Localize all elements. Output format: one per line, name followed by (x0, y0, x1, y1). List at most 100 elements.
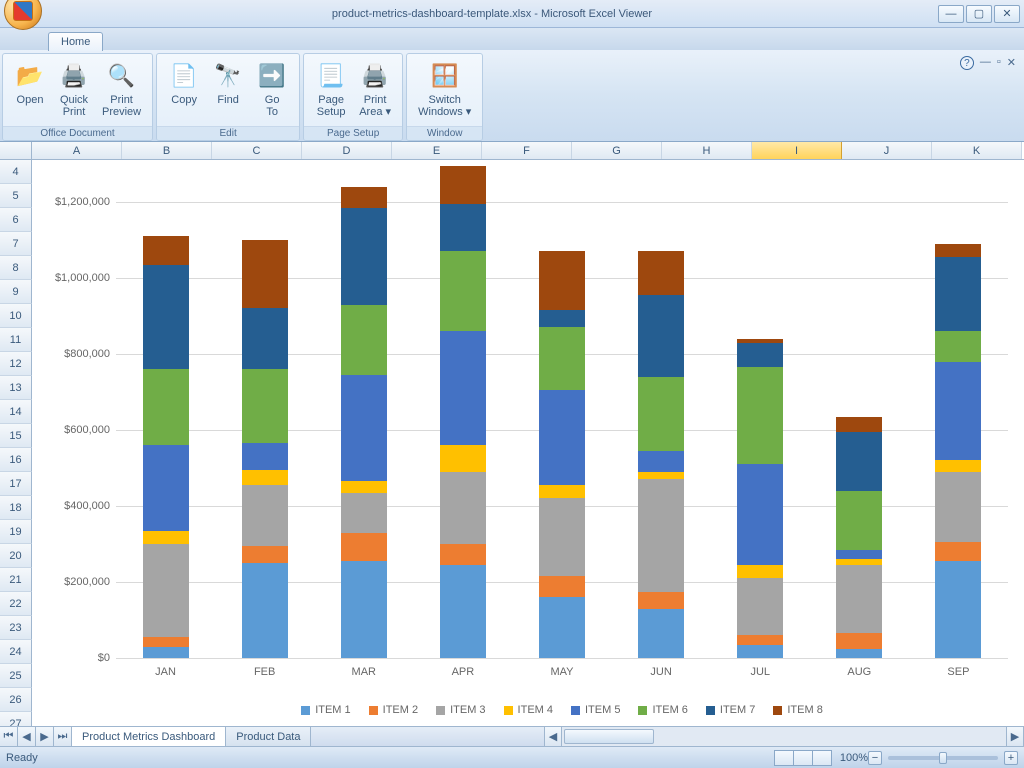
y-axis-label: $600,000 (40, 424, 110, 436)
segment-ITEM-7 (143, 265, 189, 370)
magnifier-page-icon: 🔍 (106, 60, 138, 92)
view-page-break-button[interactable] (812, 750, 832, 766)
horizontal-scrollbar[interactable]: ◀ ▶ (544, 727, 1024, 746)
bar-FEB: FEB (242, 164, 288, 658)
row-header-27[interactable]: 27 (0, 712, 32, 726)
row-header-5[interactable]: 5 (0, 184, 32, 208)
quick-print-button[interactable]: 🖨️Quick Print (53, 57, 95, 123)
sheet-nav-next[interactable]: ▶ (36, 727, 54, 746)
print-area-button[interactable]: 🖨️Print Area ▾ (354, 57, 396, 123)
column-header-E[interactable]: E (392, 142, 482, 159)
sheet-tab-bar: ⏮ ◀ ▶ ⏭ Product Metrics Dashboard Produc… (0, 726, 1024, 746)
printer-icon: 🖨️ (58, 60, 90, 92)
row-header-15[interactable]: 15 (0, 424, 32, 448)
row-header-25[interactable]: 25 (0, 664, 32, 688)
column-header-F[interactable]: F (482, 142, 572, 159)
segment-ITEM-8 (935, 244, 981, 257)
legend-swatch-icon (436, 706, 445, 715)
segment-ITEM-8 (440, 166, 486, 204)
column-header-D[interactable]: D (302, 142, 392, 159)
segment-ITEM-8 (143, 236, 189, 265)
row-header-24[interactable]: 24 (0, 640, 32, 664)
column-header-K[interactable]: K (932, 142, 1022, 159)
switch-windows-button[interactable]: 🪟Switch Windows ▾ (413, 57, 476, 123)
segment-ITEM-7 (539, 310, 585, 327)
close-button[interactable]: ✕ (994, 5, 1020, 23)
row-header-8[interactable]: 8 (0, 256, 32, 280)
zoom-slider-thumb[interactable] (939, 752, 947, 764)
sheet-tab-product-data[interactable]: Product Data (226, 727, 311, 746)
segment-ITEM-1 (737, 645, 783, 658)
zoom-out-button[interactable]: − (868, 751, 882, 765)
legend-item: ITEM 4 (504, 704, 553, 716)
ribbon-close-button[interactable]: ✕ (1007, 56, 1016, 69)
bar-AUG: AUG (836, 164, 882, 658)
binoculars-icon: 🔭 (212, 60, 244, 92)
row-header-9[interactable]: 9 (0, 280, 32, 304)
column-header-J[interactable]: J (842, 142, 932, 159)
row-header-13[interactable]: 13 (0, 376, 32, 400)
row-header-26[interactable]: 26 (0, 688, 32, 712)
ribbon: 📂Open 🖨️Quick Print 🔍Print Preview Offic… (0, 50, 1024, 142)
minimize-button[interactable]: — (938, 5, 964, 23)
column-header-H[interactable]: H (662, 142, 752, 159)
maximize-button[interactable]: ▢ (966, 5, 992, 23)
group-edit: 📄Copy 🔭Find ➡️Go To Edit (156, 53, 300, 141)
sheet-tab-active[interactable]: Product Metrics Dashboard (72, 727, 226, 746)
ribbon-restore-button[interactable]: ▫ (997, 56, 1001, 68)
row-header-11[interactable]: 11 (0, 328, 32, 352)
row-header-4[interactable]: 4 (0, 160, 32, 184)
title-bar: product-metrics-dashboard-template.xlsx … (0, 0, 1024, 28)
row-header-23[interactable]: 23 (0, 616, 32, 640)
row-header-22[interactable]: 22 (0, 592, 32, 616)
segment-ITEM-1 (341, 561, 387, 658)
column-header-I[interactable]: I (752, 142, 842, 159)
column-header-A[interactable]: A (32, 142, 122, 159)
view-page-layout-button[interactable] (793, 750, 813, 766)
view-normal-button[interactable] (774, 750, 794, 766)
row-header-7[interactable]: 7 (0, 232, 32, 256)
row-header-21[interactable]: 21 (0, 568, 32, 592)
page-setup-button[interactable]: 📃Page Setup (310, 57, 352, 123)
scroll-right-button[interactable]: ▶ (1006, 727, 1024, 746)
segment-ITEM-2 (737, 635, 783, 645)
copy-button[interactable]: 📄Copy (163, 57, 205, 123)
ribbon-minimize-button[interactable]: — (980, 56, 991, 68)
tab-home[interactable]: Home (48, 32, 103, 51)
row-header-20[interactable]: 20 (0, 544, 32, 568)
scroll-thumb[interactable] (564, 729, 654, 744)
sheet-nav-prev[interactable]: ◀ (18, 727, 36, 746)
segment-ITEM-5 (242, 443, 288, 470)
row-header-17[interactable]: 17 (0, 472, 32, 496)
row-header-18[interactable]: 18 (0, 496, 32, 520)
help-icon[interactable]: ? (960, 56, 974, 70)
open-button[interactable]: 📂Open (9, 57, 51, 123)
row-header-12[interactable]: 12 (0, 352, 32, 376)
row-header-14[interactable]: 14 (0, 400, 32, 424)
column-header-B[interactable]: B (122, 142, 212, 159)
row-header-6[interactable]: 6 (0, 208, 32, 232)
goto-button[interactable]: ➡️Go To (251, 57, 293, 123)
column-header-G[interactable]: G (572, 142, 662, 159)
segment-ITEM-3 (143, 544, 189, 637)
row-header-10[interactable]: 10 (0, 304, 32, 328)
sheet-nav-first[interactable]: ⏮ (0, 727, 18, 746)
copy-label: Copy (171, 94, 197, 106)
y-axis-label: $400,000 (40, 500, 110, 512)
find-button[interactable]: 🔭Find (207, 57, 249, 123)
office-button[interactable] (4, 0, 42, 30)
scroll-track[interactable] (562, 727, 1006, 746)
segment-ITEM-6 (440, 251, 486, 331)
column-header-C[interactable]: C (212, 142, 302, 159)
segment-ITEM-3 (935, 472, 981, 542)
print-preview-button[interactable]: 🔍Print Preview (97, 57, 146, 123)
segment-ITEM-5 (440, 331, 486, 445)
scroll-left-button[interactable]: ◀ (544, 727, 562, 746)
zoom-in-button[interactable]: + (1004, 751, 1018, 765)
zoom-slider[interactable] (888, 756, 998, 760)
segment-ITEM-7 (836, 432, 882, 491)
row-header-16[interactable]: 16 (0, 448, 32, 472)
row-header-19[interactable]: 19 (0, 520, 32, 544)
select-all-corner[interactable] (0, 142, 32, 159)
sheet-nav-last[interactable]: ⏭ (54, 727, 72, 746)
